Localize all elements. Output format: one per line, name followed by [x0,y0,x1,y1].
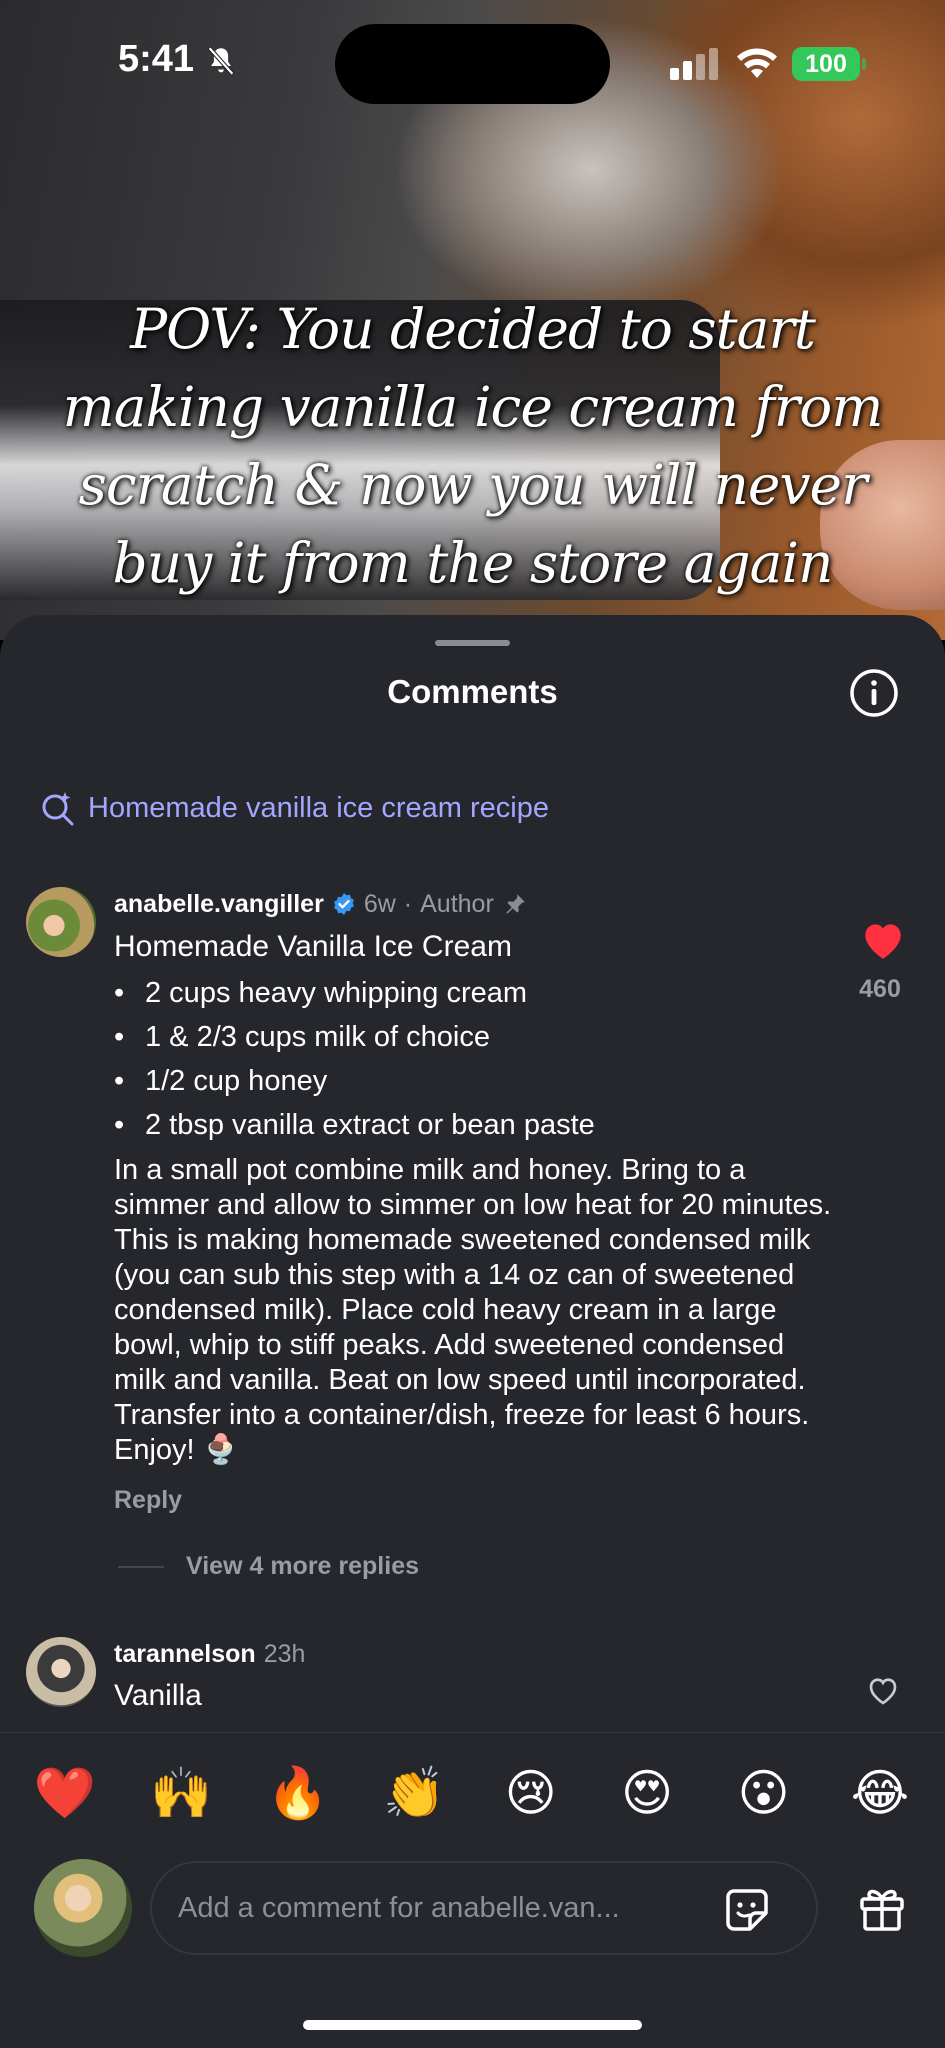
avatar[interactable] [26,887,96,957]
comment-time: 6w [363,889,396,918]
separator-dot: · [403,889,413,918]
replies-divider-line [118,1565,164,1568]
video-caption: POV: You decided to start making vanilla… [62,297,884,595]
pin-icon [506,894,525,914]
reply-button[interactable]: Reply [114,1486,834,1515]
heart-outline-icon[interactable] [864,1673,902,1709]
list-item: • 1 & 2/3 cups milk of choice [114,1015,834,1059]
author-tag: Author [420,889,494,918]
list-item: • 1/2 cup honey [114,1059,834,1103]
verified-badge-icon [333,893,354,915]
gift-icon[interactable] [856,1881,908,1933]
sheet-title: Comments [387,673,558,710]
emoji-red-heart[interactable]: ❤️ [30,1763,100,1823]
quick-emoji-bar: ❤️ 🙌 🔥 👏 😢 😍 😮 😂 [0,1763,945,1823]
comment-input[interactable] [178,1863,678,1953]
search-suggestion-link[interactable]: Homemade vanilla ice cream recipe [40,790,549,826]
cellular-signal-icon [670,48,718,80]
ingredient-list: • 2 cups heavy whipping cream • 1 & 2/3 cu… [114,971,834,1147]
sheet-grabber[interactable] [435,640,510,646]
ingredient-text: 2 tbsp vanilla extract or bean paste [145,1109,595,1141]
comment-username[interactable]: anabelle.vangiller [114,890,324,919]
status-bar: 5:41 100 [0,0,945,130]
wifi-icon [737,48,777,78]
status-time: 5:41 [118,38,195,80]
list-item: • 2 tbsp vanilla extract or bean paste [114,1103,834,1147]
comment-item: tarannelson 23h Vanilla [114,1637,305,1713]
ingredient-text: 1 & 2/3 cups milk of choice [145,1021,490,1053]
comment-composer [34,1859,914,1959]
search-suggestion-label: Homemade vanilla ice cream recipe [88,791,549,824]
divider [0,1732,945,1733]
view-more-replies-label: View 4 more replies [186,1552,419,1580]
battery-indicator: 100 [792,47,866,81]
ingredient-text: 2 cups heavy whipping cream [145,977,528,1009]
comment-username[interactable]: tarannelson [114,1640,256,1669]
comment-text: Vanilla [114,1679,202,1712]
dynamic-island [335,24,610,104]
sticker-icon[interactable] [720,1883,774,1937]
comment-time: 23h [263,1639,306,1668]
comment-meta: tarannelson 23h [114,1637,305,1671]
emoji-laughing[interactable]: 😂 [845,1763,915,1823]
avatar[interactable] [26,1637,96,1707]
bell-muted-icon [208,46,234,76]
home-indicator[interactable] [303,2020,642,2030]
comment-box[interactable] [150,1861,818,1955]
like-count: 460 [859,975,901,1003]
view-more-replies-button[interactable]: View 4 more replies [118,1552,419,1581]
my-avatar [34,1859,132,1957]
comment-item: anabelle.vangiller 6w · Author Homemade … [114,887,834,1515]
comment-meta: anabelle.vangiller 6w · Author [114,887,834,921]
search-sparkle-icon [42,792,74,826]
emoji-fire[interactable]: 🔥 [263,1763,333,1823]
emoji-heart-eyes[interactable]: 😍 [612,1763,682,1823]
emoji-crying[interactable]: 😢 [496,1763,566,1823]
list-item: • 2 cups heavy whipping cream [114,971,834,1015]
ingredient-text: 1/2 cup honey [145,1065,328,1097]
heart-filled-icon[interactable] [858,915,908,965]
emoji-raised-hands[interactable]: 🙌 [146,1763,216,1823]
comments-sheet: Comments Homemade vanilla ice cream reci… [0,615,945,2048]
comment-recipe-title: Homemade Vanilla Ice Cream [114,930,512,963]
info-icon[interactable] [849,668,899,718]
emoji-clapping[interactable]: 👏 [379,1763,449,1823]
emoji-surprised[interactable]: 😮 [729,1763,799,1823]
comment-body: In a small pot combine milk and honey. B… [114,1154,832,1466]
